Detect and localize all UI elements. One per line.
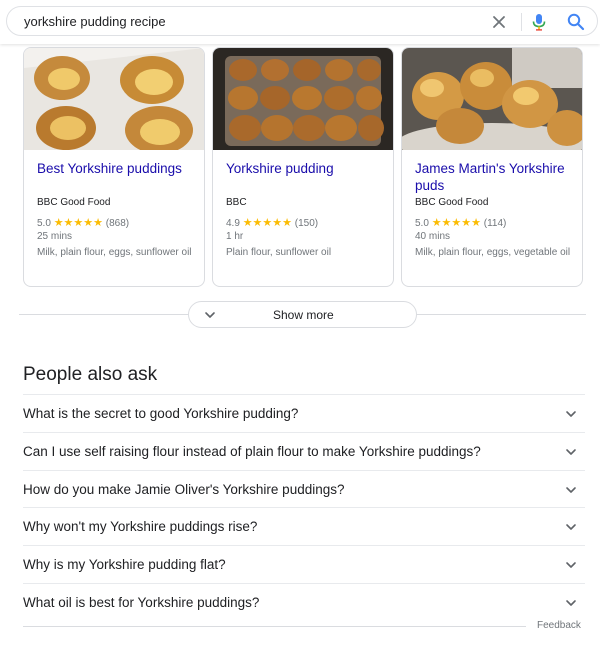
paa-question-text: What is the secret to good Yorkshire pud… xyxy=(23,406,299,421)
paa-question-text: Can I use self raising flour instead of … xyxy=(23,444,481,459)
recipe-rating: 5.0 ★★★★★ (114) xyxy=(415,216,506,229)
paa-question[interactable]: What is the secret to good Yorkshire pud… xyxy=(23,394,585,432)
paa-question-text: Why won't my Yorkshire puddings rise? xyxy=(23,519,258,534)
recipe-image xyxy=(24,48,204,150)
rating-value: 4.9 xyxy=(226,218,240,229)
show-more-label: Show more xyxy=(273,308,334,322)
paa-question[interactable]: Can I use self raising flour instead of … xyxy=(23,432,585,470)
star-rating-icon: ★★★★★ xyxy=(53,217,103,229)
recipe-time: 1 hr xyxy=(226,231,244,242)
paa-question[interactable]: Why is my Yorkshire pudding flat? xyxy=(23,545,585,583)
paa-question[interactable]: Why won't my Yorkshire puddings rise? xyxy=(23,507,585,545)
recipe-time: 25 mins xyxy=(37,231,73,242)
microphone-icon[interactable] xyxy=(530,12,548,32)
chevron-down-icon[interactable] xyxy=(565,597,577,609)
feedback-link[interactable]: Feedback xyxy=(537,620,581,631)
chevron-down-icon[interactable] xyxy=(565,484,577,496)
star-rating-icon: ★★★★★ xyxy=(431,217,481,229)
chevron-down-icon[interactable] xyxy=(565,521,577,533)
recipe-ingredients: Plain flour, sunflower oil xyxy=(226,247,332,258)
recipe-title[interactable]: Best Yorkshire puddings xyxy=(37,160,197,177)
recipe-image xyxy=(213,48,393,150)
people-also-ask-heading: People also ask xyxy=(23,364,158,385)
recipe-time: 40 mins xyxy=(415,231,451,242)
recipe-title[interactable]: Yorkshire pudding xyxy=(226,160,386,177)
review-count: (868) xyxy=(105,218,130,229)
search-header: yorkshire pudding recipe xyxy=(0,0,600,44)
recipe-image xyxy=(402,48,582,150)
chevron-down-icon[interactable] xyxy=(565,446,577,458)
recipe-rating: 5.0 ★★★★★ (868) xyxy=(37,216,129,229)
recipe-ingredients: Milk, plain flour, eggs, vegetable oil xyxy=(415,247,571,258)
chevron-down-icon xyxy=(205,312,215,318)
recipe-card[interactable]: James Martin's Yorkshire puds BBC Good F… xyxy=(401,47,583,287)
paa-question[interactable]: What oil is best for Yorkshire puddings? xyxy=(23,583,585,621)
paa-question-text: What oil is best for Yorkshire puddings? xyxy=(23,595,260,610)
search-box[interactable]: yorkshire pudding recipe xyxy=(6,6,598,36)
chevron-down-icon[interactable] xyxy=(565,559,577,571)
recipe-source: BBC Good Food xyxy=(37,197,111,208)
recipe-ingredients: Milk, plain flour, eggs, sunflower oil xyxy=(37,247,192,258)
paa-question-text: Why is my Yorkshire pudding flat? xyxy=(23,557,226,572)
recipe-card[interactable]: Best Yorkshire puddings BBC Good Food 5.… xyxy=(23,47,205,287)
search-input[interactable]: yorkshire pudding recipe xyxy=(24,14,166,29)
search-divider xyxy=(521,13,522,31)
recipe-rating: 4.9 ★★★★★ (150) xyxy=(226,216,318,229)
review-count: (150) xyxy=(294,218,319,229)
recipe-card[interactable]: Yorkshire pudding BBC 4.9 ★★★★★ (150) 1 … xyxy=(212,47,394,287)
paa-question-text: How do you make Jamie Oliver's Yorkshire… xyxy=(23,482,345,497)
paa-bottom-divider xyxy=(23,626,526,627)
star-rating-icon: ★★★★★ xyxy=(242,217,292,229)
rating-value: 5.0 xyxy=(415,218,429,229)
rating-value: 5.0 xyxy=(37,218,51,229)
paa-question[interactable]: How do you make Jamie Oliver's Yorkshire… xyxy=(23,470,585,508)
review-count: (114) xyxy=(483,218,507,229)
chevron-down-icon[interactable] xyxy=(565,408,577,420)
search-icon[interactable] xyxy=(566,12,586,32)
recipe-title[interactable]: James Martin's Yorkshire puds xyxy=(415,160,575,194)
show-more-button[interactable]: Show more xyxy=(188,301,417,328)
recipe-source: BBC xyxy=(226,197,247,208)
close-icon[interactable] xyxy=(490,13,508,31)
recipe-source: BBC Good Food xyxy=(415,197,489,208)
